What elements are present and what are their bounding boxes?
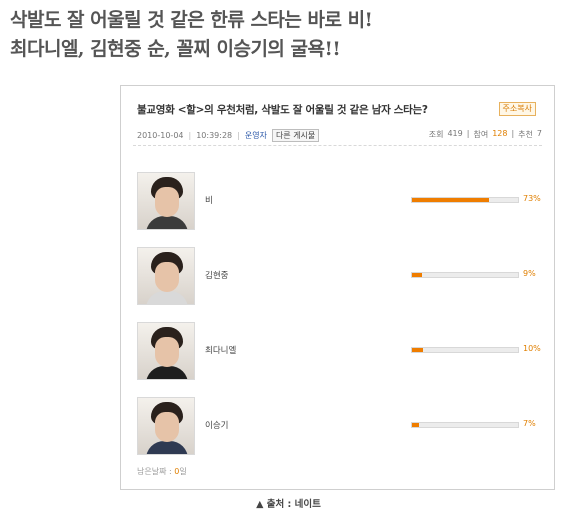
- other-posts-button[interactable]: 다른 게시물: [271, 129, 320, 142]
- recommend-label: 추천: [518, 130, 533, 139]
- option-name: 김현중: [205, 271, 229, 281]
- poll-option[interactable]: 이승기 7%: [137, 397, 547, 457]
- vote-bar-fill: [412, 273, 422, 277]
- poll-option[interactable]: 비 73%: [137, 172, 547, 232]
- poll-title: 불교영화 <할>의 우천처럼, 삭발도 잘 어울릴 것 같은 남자 스타는?: [137, 104, 428, 116]
- recommend-count: 7: [536, 129, 542, 138]
- meta-separator: |: [237, 131, 240, 140]
- views-label: 조회: [428, 130, 444, 139]
- poll-meta: 2010-10-04 | 10:39:28 | 운영자 다른 게시물: [137, 129, 320, 142]
- option-name: 이승기: [205, 421, 229, 431]
- poll-card: 불교영화 <할>의 우천처럼, 삭발도 잘 어울릴 것 같은 남자 스타는? 주…: [120, 85, 555, 490]
- option-photo: [137, 397, 195, 455]
- option-percent: 10%: [523, 344, 541, 353]
- vote-bar-fill: [412, 198, 490, 202]
- copy-url-button[interactable]: 주소복사: [498, 102, 536, 116]
- post-date: 2010-10-04: [137, 131, 184, 140]
- participants-count: 128: [492, 129, 508, 138]
- option-photo: [137, 322, 195, 380]
- headline-line-1: 삭발도 잘 어울릴 것 같은 한류 스타는 바로 비!: [10, 9, 373, 31]
- header-divider: [133, 145, 542, 146]
- option-name: 비: [205, 196, 213, 206]
- headline-line-2: 최다니엘, 김현중 순, 꼴찌 이승기의 굴욕!!: [10, 38, 341, 60]
- participants-label: 참여: [473, 130, 489, 139]
- post-time: 10:39:28: [196, 131, 233, 140]
- vote-bar: [411, 422, 519, 428]
- stats-separator: |: [511, 129, 515, 138]
- author-link[interactable]: 운영자: [245, 130, 267, 141]
- source-caption: ▲ 출처 : 네이트: [256, 499, 321, 510]
- poll-stats: 조회 419 | 참여 128 | 추천 7: [429, 129, 542, 140]
- option-name: 최다니엘: [205, 346, 237, 356]
- meta-separator: |: [188, 131, 192, 140]
- vote-bar: [411, 272, 519, 278]
- stats-separator: |: [466, 129, 470, 138]
- vote-bar-fill: [412, 348, 423, 352]
- remaining-days-unit: 일: [179, 467, 187, 476]
- option-photo: [137, 172, 195, 230]
- option-percent: 9%: [523, 269, 536, 278]
- poll-option[interactable]: 최다니엘 10%: [137, 322, 547, 382]
- option-percent: 73%: [523, 194, 541, 203]
- vote-bar: [411, 197, 519, 203]
- article-headline: 삭발도 잘 어울릴 것 같은 한류 스타는 바로 비! 최다니엘, 김현중 순,…: [10, 6, 570, 64]
- views-count: 419: [447, 129, 463, 138]
- remaining-days-label: 남은날짜 :: [137, 467, 172, 476]
- poll-option[interactable]: 김현중 9%: [137, 247, 547, 307]
- vote-bar: [411, 347, 519, 353]
- vote-bar-fill: [412, 423, 420, 427]
- option-photo: [137, 247, 195, 305]
- remaining-days: 남은날짜 : 0일: [137, 466, 187, 477]
- option-percent: 7%: [523, 419, 536, 428]
